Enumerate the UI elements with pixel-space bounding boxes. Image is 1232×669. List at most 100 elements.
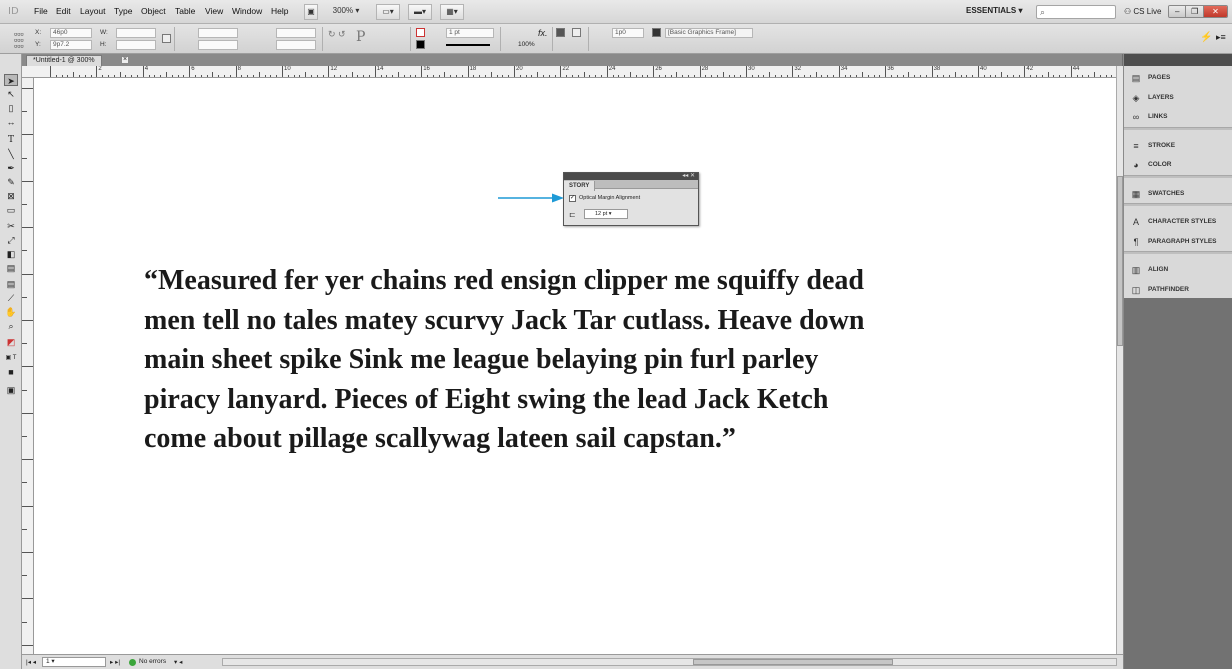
horizontal-scroll-thumb[interactable] [693, 659, 893, 665]
dock-header[interactable] [1124, 54, 1232, 66]
ruler-tick [22, 273, 33, 275]
menu-edit[interactable]: Edit [56, 6, 71, 16]
cs-live-button[interactable]: ⚇ CS Live [1124, 7, 1161, 16]
next-page-icon[interactable]: ▸ ▸| [110, 658, 120, 666]
rotation-field[interactable] [276, 28, 316, 38]
gradient-feather-tool-icon[interactable]: ▤ [4, 262, 18, 274]
dock-item-swatches[interactable]: ▦ SWATCHES [1130, 186, 1230, 202]
text-frame[interactable]: “Measured fer yer chains red ensign clip… [144, 261, 1004, 459]
document-page[interactable]: “Measured fer yer chains red ensign clip… [34, 78, 1116, 654]
dock-item-pathfinder[interactable]: ◫ PATHFINDER [1130, 282, 1230, 298]
screen-mode-button[interactable]: ▬▾ [408, 4, 432, 20]
dock-item-align[interactable]: ▥ ALIGN [1130, 262, 1230, 278]
reference-point-icon[interactable]: ▫▫▫ ▫▫▫ ▫▫▫ [14, 30, 24, 51]
view-options-button[interactable]: ▭▾ [376, 4, 400, 20]
dock-item-layers[interactable]: ◈ LAYERS [1130, 90, 1230, 106]
fill-swatch-icon[interactable] [416, 28, 425, 37]
menu-type[interactable]: Type [114, 6, 132, 16]
margin-size-field[interactable]: 12 pt ▾ [584, 209, 628, 219]
horizontal-scrollbar[interactable] [222, 658, 1117, 666]
menu-object[interactable]: Object [141, 6, 166, 16]
free-transform-tool-icon[interactable]: ⤢ [4, 234, 18, 246]
menu-table[interactable]: Table [175, 6, 195, 16]
fit-content-icon[interactable] [572, 28, 581, 37]
gap-field[interactable]: 1p0 [612, 28, 644, 38]
opacity-field[interactable]: 100% [518, 41, 535, 48]
stroke-weight-field[interactable]: 1 pt [446, 28, 494, 38]
vertical-scrollbar[interactable] [1116, 66, 1123, 654]
page-number-field[interactable]: 1 ▾ [42, 657, 106, 667]
eyedropper-tool-icon[interactable]: ⟋ [4, 292, 18, 304]
vertical-ruler[interactable] [22, 78, 34, 654]
fill-stroke-icon[interactable]: ◩ [4, 336, 18, 348]
arrange-documents-button[interactable]: ▦▾ [440, 4, 464, 20]
dock-item-links[interactable]: ∞ LINKS [1130, 109, 1230, 125]
document-tab[interactable]: *Untitled-1 @ 300% [26, 55, 102, 66]
direct-selection-tool-icon[interactable]: ↖ [4, 88, 18, 100]
pencil-tool-icon[interactable]: ✎ [4, 176, 18, 188]
flip-icon[interactable]: P [356, 29, 365, 45]
close-tab-icon[interactable]: × [121, 56, 129, 64]
close-button[interactable]: ✕ [1203, 6, 1227, 17]
scale-x-field[interactable] [198, 28, 238, 38]
panel-menu-icon[interactable]: ▸≡ [1216, 32, 1226, 43]
first-page-icon[interactable]: |◂ ◂ [26, 658, 36, 666]
search-input[interactable]: ⌕ [1036, 5, 1116, 19]
preflight-status[interactable]: No errors [139, 658, 166, 665]
screen-mode-icon[interactable]: ▣ [4, 384, 18, 396]
effects-icon[interactable]: fx. [538, 28, 548, 38]
scale-y-field[interactable] [198, 40, 238, 50]
type-tool-icon[interactable]: T [4, 134, 18, 146]
gap-tool-icon[interactable]: ↔ [4, 116, 18, 128]
menu-help[interactable]: Help [271, 6, 288, 16]
line-tool-icon[interactable]: ╲ [4, 148, 18, 160]
constrain-proportions-icon[interactable] [162, 34, 171, 43]
pen-tool-icon[interactable]: ✒ [4, 162, 18, 174]
horizontal-ruler[interactable]: 2 4 6 8 10 12 14 16 18 20 22 24 26 28 30 32 34 36 38 40 42 44… [22, 66, 1118, 78]
object-style-select[interactable]: [Basic Graphics Frame] [665, 28, 753, 38]
dock-item-stroke[interactable]: ≡ STROKE [1130, 138, 1230, 154]
dock-item-pages[interactable]: ▤ PAGES [1130, 70, 1230, 86]
object-style-icon[interactable] [652, 28, 661, 37]
panel-titlebar[interactable]: ◂◂ ✕ [564, 173, 698, 180]
h-field[interactable] [116, 40, 156, 50]
stroke-type-icon[interactable] [446, 44, 490, 46]
note-tool-icon[interactable]: ▤ [4, 278, 18, 290]
dock-item-paragraph-styles[interactable]: ¶ PARAGRAPH STYLES [1130, 234, 1230, 250]
menu-view[interactable]: View [205, 6, 223, 16]
apply-color-icon[interactable]: ■ [4, 366, 18, 378]
zoom-tool-icon[interactable]: ⌕ [4, 320, 18, 332]
w-field[interactable] [116, 28, 156, 38]
restore-button[interactable]: ❐ [1186, 6, 1204, 17]
shear-field[interactable] [276, 40, 316, 50]
dock-item-color[interactable]: ◕ COLOR [1130, 157, 1230, 173]
tab-story[interactable]: STORY [564, 181, 596, 191]
preflight-menu-icon[interactable]: ▾ ◂ [174, 658, 182, 666]
menu-file[interactable]: File [34, 6, 48, 16]
rectangle-tool-icon[interactable]: ▭ [4, 204, 18, 216]
ruler-number: 12 [330, 66, 338, 72]
hand-tool-icon[interactable]: ✋ [4, 306, 18, 318]
y-field[interactable]: 9p7.2 [50, 40, 92, 50]
scissors-tool-icon[interactable]: ✂ [4, 220, 18, 232]
dock-item-character-styles[interactable]: A CHARACTER STYLES [1130, 214, 1230, 230]
menu-window[interactable]: Window [232, 6, 262, 16]
x-field[interactable]: 46p0 [50, 28, 92, 38]
zoom-level[interactable]: 300% ▾ [326, 4, 366, 20]
panel-collapse-icon[interactable]: ◂◂ ✕ [682, 172, 695, 179]
menu-layout[interactable]: Layout [80, 6, 106, 16]
vertical-scroll-thumb[interactable] [1117, 176, 1123, 346]
rectangle-frame-tool-icon[interactable]: ⊠ [4, 190, 18, 202]
lightning-icon[interactable]: ⚡ [1200, 32, 1212, 43]
gradient-swatch-tool-icon[interactable]: ◧ [4, 248, 18, 260]
optical-margin-checkbox[interactable]: ✓ [569, 195, 576, 202]
minimize-button[interactable]: – [1169, 6, 1187, 17]
workspace-switcher[interactable]: ESSENTIALS ▾ [966, 6, 1022, 15]
page-tool-icon[interactable]: ▯ [4, 102, 18, 114]
formatting-affects-icon[interactable]: ▣ T [4, 352, 18, 364]
bridge-button[interactable]: ▣ [304, 4, 318, 20]
selection-tool-icon[interactable]: ➤ [4, 74, 18, 86]
stroke-swatch-icon[interactable] [416, 40, 425, 49]
fit-frame-icon[interactable] [556, 28, 565, 37]
rotate-icon[interactable]: ↻ ↺ [328, 29, 346, 40]
